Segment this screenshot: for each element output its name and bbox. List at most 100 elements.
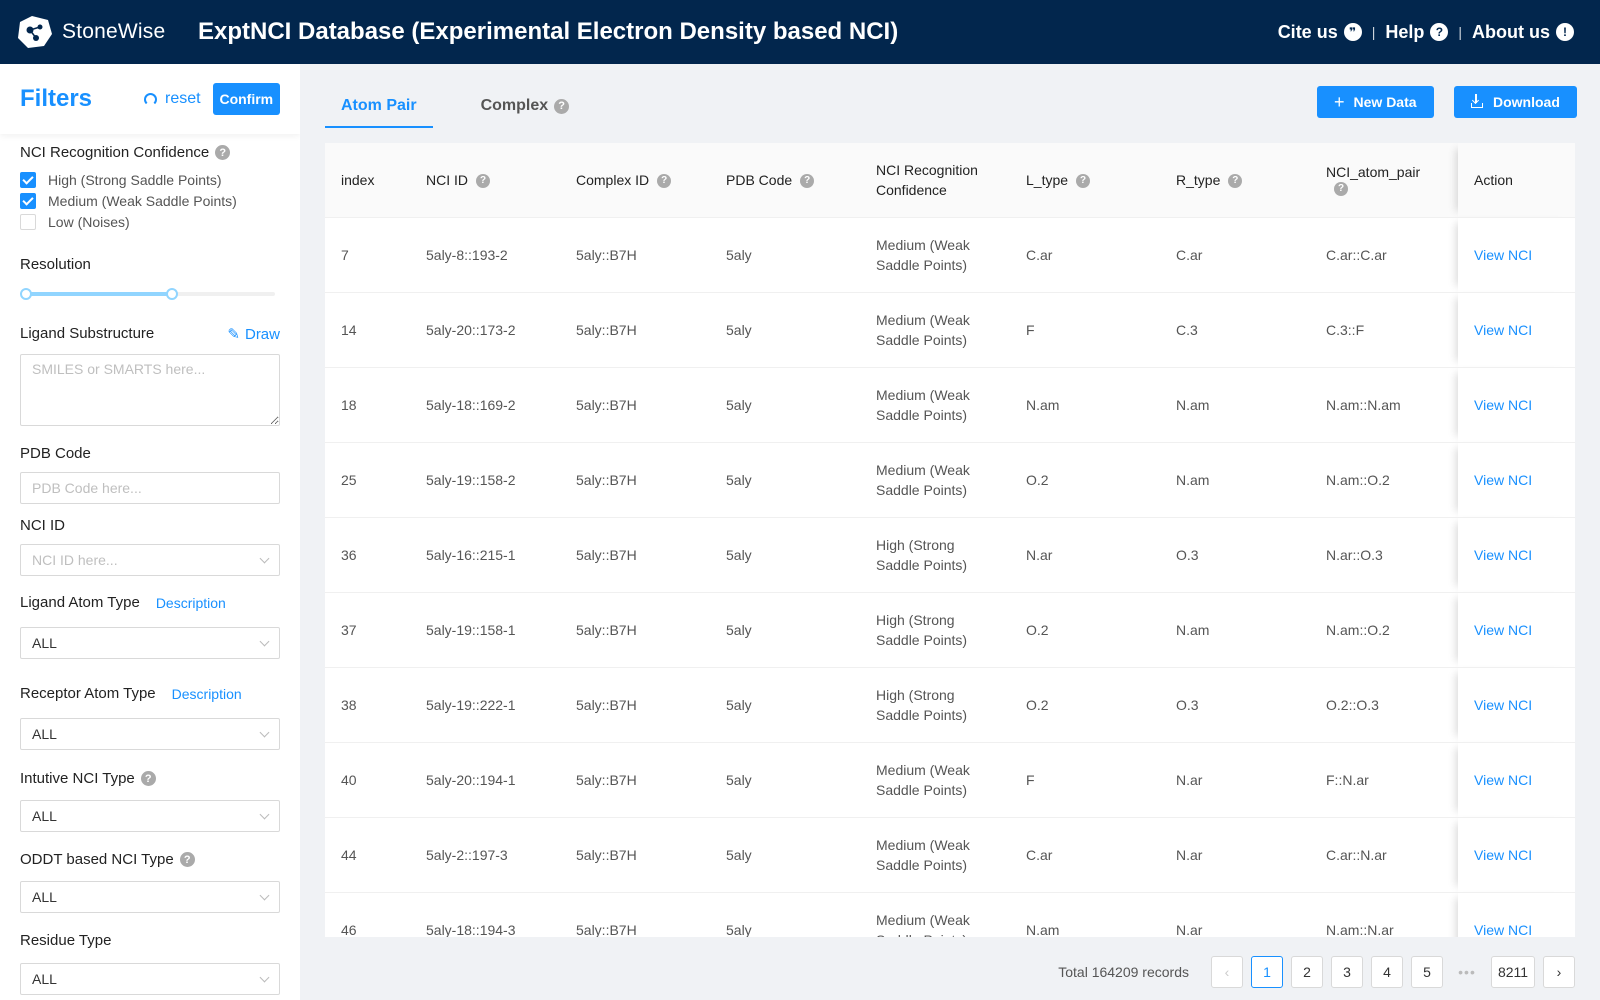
- cell-pdb-code: 5aly: [710, 292, 860, 368]
- pdb-code-input[interactable]: [20, 472, 280, 504]
- question-icon[interactable]: ?: [1334, 181, 1348, 196]
- cell-action: View NCI: [1458, 742, 1575, 818]
- oddt-nci-type-select[interactable]: ALL: [20, 881, 280, 913]
- stonewise-logo-icon: [18, 16, 52, 48]
- view-nci-link[interactable]: View NCI: [1474, 922, 1532, 938]
- cell-r-type: N.ar: [1160, 817, 1310, 893]
- question-icon[interactable]: ?: [140, 771, 156, 786]
- page-button[interactable]: 3: [1331, 956, 1363, 988]
- tab-complex-label: Complex: [480, 97, 549, 114]
- question-icon[interactable]: ?: [476, 173, 490, 188]
- view-nci-link[interactable]: View NCI: [1474, 772, 1532, 788]
- new-data-button[interactable]: + New Data: [1317, 86, 1434, 118]
- view-nci-link[interactable]: View NCI: [1474, 472, 1532, 488]
- view-nci-link[interactable]: View NCI: [1474, 397, 1532, 413]
- next-page-button[interactable]: ›: [1543, 956, 1575, 988]
- tab-atom-pair[interactable]: Atom Pair: [325, 86, 433, 128]
- confidence-high-checkbox[interactable]: High (Strong Saddle Points): [20, 172, 222, 188]
- question-icon[interactable]: ?: [179, 852, 195, 867]
- cell-nci-id: 5aly-19::158-1: [410, 592, 560, 668]
- cell-complex-id: 5aly::B7H: [560, 817, 710, 893]
- prev-page-button[interactable]: ‹: [1211, 956, 1243, 988]
- nav-divider: |: [1371, 24, 1376, 40]
- view-nci-link[interactable]: View NCI: [1474, 547, 1532, 563]
- chevron-down-icon: [259, 727, 270, 737]
- receptor-description-link[interactable]: Description: [172, 686, 242, 702]
- slider-handle-min[interactable]: [20, 288, 32, 300]
- view-tabs: Atom Pair Complex ?: [325, 86, 617, 128]
- cell-l-type: N.am: [1010, 892, 1160, 937]
- question-icon[interactable]: ?: [215, 145, 231, 160]
- intuitive-nci-type-text: Intutive NCI Type: [20, 770, 135, 787]
- view-nci-link[interactable]: View NCI: [1474, 847, 1532, 863]
- cell-action: View NCI: [1458, 817, 1575, 893]
- residue-type-select[interactable]: ALL: [20, 963, 280, 995]
- help-link[interactable]: Help ?: [1385, 22, 1449, 43]
- resolution-slider[interactable]: [20, 288, 275, 300]
- cell-confidence: Medium (Weak Saddle Points): [860, 892, 1010, 937]
- view-nci-link[interactable]: View NCI: [1474, 322, 1532, 338]
- plus-icon: +: [1334, 92, 1345, 112]
- filters-title: Filters: [20, 85, 93, 112]
- question-icon[interactable]: ?: [800, 173, 815, 188]
- about-us-link[interactable]: About us !: [1472, 22, 1574, 43]
- filters-sidebar: Filters reset Confirm NCI Recognition Co…: [0, 64, 300, 1000]
- page-button[interactable]: 4: [1371, 956, 1403, 988]
- cell-nci-id: 5aly-19::222-1: [410, 667, 560, 743]
- smiles-input[interactable]: [20, 354, 280, 426]
- confidence-medium-checkbox[interactable]: Medium (Weak Saddle Points): [20, 193, 237, 209]
- page-button[interactable]: 1: [1251, 956, 1283, 988]
- page-button[interactable]: 2: [1291, 956, 1323, 988]
- cell-action: View NCI: [1458, 442, 1575, 518]
- cell-confidence: High (Strong Saddle Points): [860, 592, 1010, 668]
- cell-pdb-code: 5aly: [710, 892, 860, 937]
- cell-confidence: Medium (Weak Saddle Points): [860, 817, 1010, 893]
- reset-button[interactable]: reset: [144, 90, 201, 108]
- question-icon: ?: [1430, 23, 1449, 41]
- ligand-description-link[interactable]: Description: [156, 595, 226, 611]
- receptor-atom-type-select[interactable]: ALL: [20, 718, 280, 750]
- view-nci-link[interactable]: View NCI: [1474, 697, 1532, 713]
- draw-button[interactable]: ✎ Draw: [227, 325, 280, 344]
- question-icon[interactable]: ?: [657, 173, 672, 188]
- cell-index: 37: [325, 592, 410, 668]
- cite-us-label: Cite us: [1277, 21, 1338, 42]
- cell-l-type: N.am: [1010, 367, 1160, 443]
- question-icon[interactable]: ?: [1076, 173, 1091, 188]
- intuitive-nci-type-select[interactable]: ALL: [20, 800, 280, 832]
- confidence-low-checkbox[interactable]: Low (Noises): [20, 214, 130, 230]
- tab-atom-pair-label: Atom Pair: [341, 97, 417, 114]
- tab-complex[interactable]: Complex ?: [465, 86, 586, 126]
- checkbox-checked-icon[interactable]: [20, 193, 36, 209]
- column-header-confidence: NCI Recognition Confidence: [860, 143, 1010, 218]
- question-icon[interactable]: ?: [554, 98, 570, 114]
- table-row: 36 5aly-16::215-1 5aly::B7H 5aly High (S…: [325, 517, 1575, 593]
- table-row: 44 5aly-2::197-3 5aly::B7H 5aly Medium (…: [325, 817, 1575, 893]
- view-nci-link[interactable]: View NCI: [1474, 247, 1532, 263]
- confirm-button[interactable]: Confirm: [212, 83, 280, 115]
- page-button[interactable]: 5: [1411, 956, 1443, 988]
- checkbox-checked-icon[interactable]: [20, 172, 36, 188]
- download-button[interactable]: Download: [1454, 86, 1577, 118]
- brand-logo[interactable]: StoneWise: [14, 14, 184, 50]
- last-page-button[interactable]: 8211: [1491, 956, 1535, 988]
- ligand-atom-type-select[interactable]: ALL: [20, 627, 280, 659]
- cell-confidence: High (Strong Saddle Points): [860, 667, 1010, 743]
- cell-l-type: O.2: [1010, 667, 1160, 743]
- ligand-atom-type-value: ALL: [32, 635, 57, 651]
- confidence-label-text: NCI Recognition Confidence: [20, 144, 210, 161]
- view-nci-link[interactable]: View NCI: [1474, 622, 1532, 638]
- cell-nci-id: 5aly-8::193-2: [410, 217, 560, 293]
- page-ellipsis[interactable]: •••: [1451, 964, 1483, 980]
- slider-handle-max[interactable]: [166, 288, 178, 300]
- checkbox-unchecked-icon[interactable]: [20, 214, 36, 230]
- oddt-nci-type-text: ODDT based NCI Type: [20, 851, 174, 868]
- cell-atom-pair: F::N.ar: [1310, 742, 1458, 818]
- cell-pdb-code: 5aly: [710, 442, 860, 518]
- main-content: Atom Pair Complex ? + New Data Download …: [300, 64, 1600, 1000]
- cite-us-link[interactable]: Cite us ❞: [1278, 22, 1362, 43]
- cell-action: View NCI: [1458, 517, 1575, 593]
- question-icon[interactable]: ?: [1228, 173, 1243, 188]
- reset-label: reset: [165, 90, 201, 107]
- nci-id-select[interactable]: NCI ID here...: [20, 544, 280, 576]
